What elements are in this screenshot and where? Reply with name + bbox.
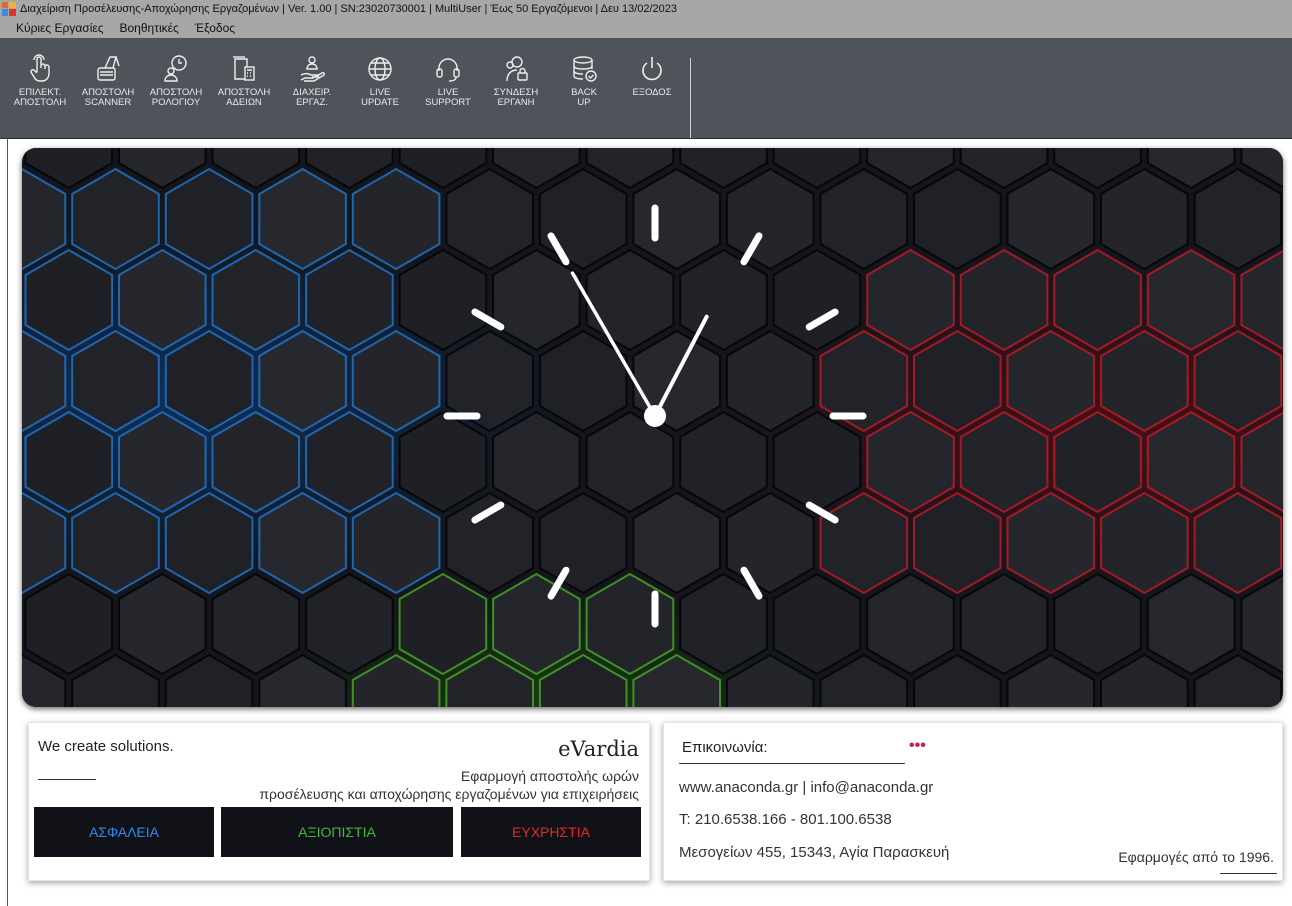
selective-send-button[interactable]: ΕΠΙΛΕΚΤ. ΑΠΟΣΤΟΛΗ (6, 54, 74, 138)
brand-name: eVardia (558, 737, 639, 761)
live-update-button[interactable]: LIVE UPDATE (346, 57, 414, 138)
clock-panel (22, 148, 1283, 707)
description-line-2: προσέλευσης και αποχώρησης εργαζομένων γ… (259, 786, 639, 802)
power-icon (642, 57, 662, 81)
dots-icon: ••• (909, 737, 926, 754)
live-support-button[interactable]: LIVE SUPPORT (414, 58, 482, 138)
document-calculator-icon (233, 56, 255, 81)
tag-security: ΑΣΦΑΛΕΙΑ (34, 807, 214, 857)
contact-web-email[interactable]: www.anaconda.gr | info@anaconda.gr (679, 779, 933, 796)
window-title: Διαχείριση Προσέλευσης-Αποχώρησης Εργαζο… (20, 3, 678, 15)
selective-send-label: ΕΠΙΛΕΚΤ. ΑΠΟΣΤΟΛΗ (13, 87, 67, 108)
headset-icon (436, 58, 460, 82)
scanner-send-label: ΑΠΟΣΤΟΛΗ SCANNER (81, 87, 135, 108)
menu-bar: Κύριες Εργασίες Βοηθητικές Έξοδος (0, 18, 1292, 38)
tag-reliability: ΑΞΙΟΠΙΣΤΙΑ (221, 807, 453, 857)
database-check-icon (573, 56, 597, 82)
menu-utilities[interactable]: Βοηθητικές (112, 21, 187, 35)
contact-title: Επικοινωνία: (682, 739, 768, 756)
manage-employees-label: ΔΙΑΧΕΙΡ. ΕΡΓΑΖ. (292, 87, 332, 108)
live-update-label: LIVE UPDATE (361, 87, 399, 108)
app-icon (2, 2, 16, 16)
toolbar-buttons: ΕΠΙΛΕΚΤ. ΑΠΟΣΤΟΛΗ ΑΠΟΣΤΟΛΗ SCANNER ΑΠΟΣΤ… (6, 54, 691, 138)
menu-main-tasks[interactable]: Κύριες Εργασίες (0, 21, 112, 35)
scanner-send-button[interactable]: ΑΠΟΣΤΟΛΗ SCANNER (74, 56, 142, 138)
hex-background-clock (22, 148, 1283, 707)
since-underline (1220, 873, 1277, 874)
backup-label: BACK UP (571, 87, 597, 108)
app-description: Εφαρμογή αποστολής ωρών προσέλευσης και … (79, 767, 639, 803)
contact-phone: T: 210.6538.166 - 801.100.6538 (679, 811, 892, 828)
exit-label: ΕΞΟΔΟΣ (632, 87, 672, 98)
slogan: We create solutions. (38, 738, 174, 755)
scanner-icon (97, 56, 120, 81)
leaves-send-button[interactable]: ΑΠΟΣΤΟΛΗ ΑΔΕΙΩΝ (210, 56, 278, 138)
exit-button[interactable]: ΕΞΟΔΟΣ (618, 57, 686, 138)
clock-center (644, 405, 666, 427)
since-text: Εφαρμογές από το 1996. (1118, 849, 1274, 865)
clock-send-button[interactable]: ΑΠΟΣΤΟΛΗ ΡΟΛΟΓΙΟΥ (142, 55, 210, 138)
tag-usability: ΕΥΧΡΗΣΤΙΑ (461, 807, 641, 857)
employee-hand-icon (300, 56, 325, 82)
title-bar: Διαχείριση Προσέλευσης-Αποχώρησης Εργαζο… (0, 0, 1292, 18)
contact-panel: Επικοινωνία: ••• www.anaconda.gr | info@… (663, 722, 1283, 881)
globe-icon (368, 57, 392, 81)
ergani-connect-button[interactable]: ΣΥΝΔΕΣΗ ΕΡΓΑΝΗ (482, 56, 550, 138)
menu-exit[interactable]: Έξοδος (187, 21, 243, 35)
backup-button[interactable]: BACK UP (550, 56, 618, 138)
description-line-1: Εφαρμογή αποστολής ωρών (460, 768, 639, 784)
contact-address: Μεσογείων 455, 15343, Αγία Παρασκευή (679, 844, 950, 861)
hand-pointer-icon (30, 54, 50, 82)
live-support-label: LIVE SUPPORT (425, 87, 471, 108)
about-panel: We create solutions. eVardia Εφαρμογή απ… (28, 722, 650, 881)
contact-underline (679, 763, 905, 764)
manage-employees-button[interactable]: ΔΙΑΧΕΙΡ. ΕΡΓΑΖ. (278, 56, 346, 138)
clock-send-label: ΑΠΟΣΤΟΛΗ ΡΟΛΟΓΙΟΥ (149, 87, 203, 108)
clock-user-icon (164, 55, 187, 82)
leaves-send-label: ΑΠΟΣΤΟΛΗ ΑΔΕΙΩΝ (217, 87, 271, 108)
users-lock-icon (506, 56, 528, 82)
toolbar: ΕΠΙΛΕΚΤ. ΑΠΟΣΤΟΛΗ ΑΠΟΣΤΟΛΗ SCANNER ΑΠΟΣΤ… (0, 38, 1292, 139)
frame-border (7, 138, 8, 906)
ergani-connect-label: ΣΥΝΔΕΣΗ ΕΡΓΑΝΗ (493, 87, 539, 108)
